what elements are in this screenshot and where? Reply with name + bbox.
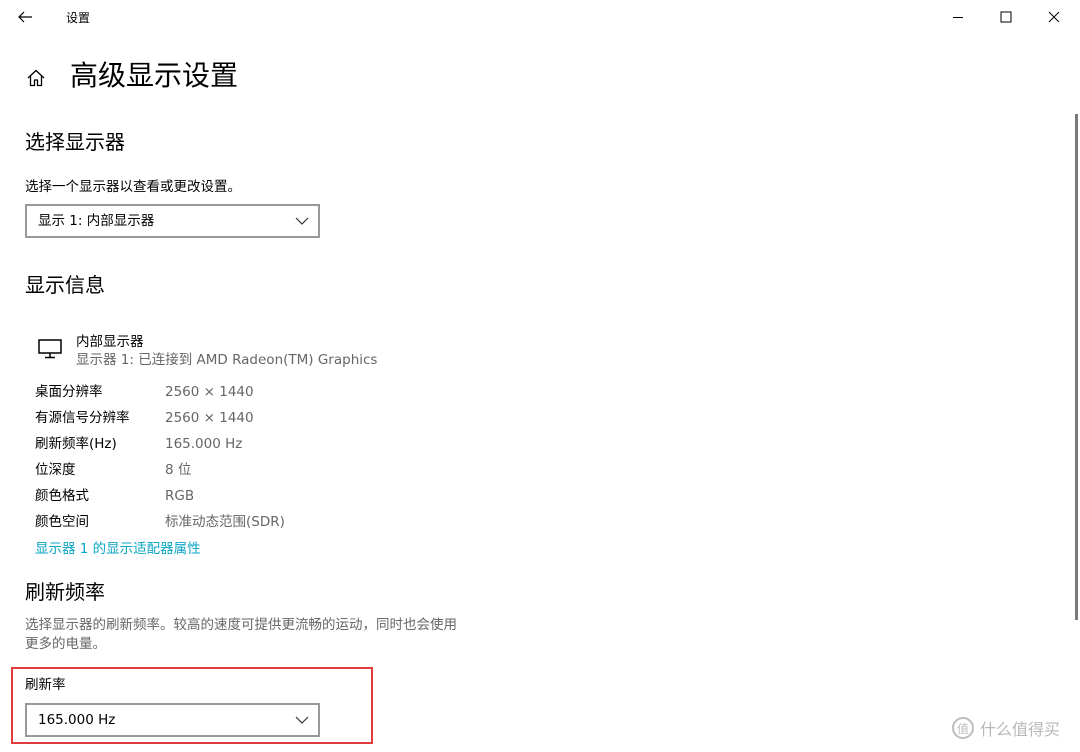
refresh-rate-select-dropdown[interactable]: 165.000 Hz	[25, 703, 320, 737]
title-bar: 设置	[0, 0, 1080, 34]
back-button[interactable]	[8, 4, 42, 30]
display-info-heading: 显示信息	[25, 273, 105, 297]
info-label-desktop-resolution: 桌面分辨率	[35, 384, 103, 400]
select-display-heading: 选择显示器	[25, 130, 125, 154]
vertical-scrollbar[interactable]	[1075, 114, 1078, 620]
chevron-down-icon	[295, 716, 309, 724]
info-value-active-signal-resolution: 2560 × 1440	[165, 410, 254, 426]
info-value-refresh-rate: 165.000 Hz	[165, 436, 243, 452]
refresh-rate-select-value: 165.000 Hz	[38, 712, 116, 728]
refresh-rate-heading: 刷新频率	[25, 580, 105, 604]
minimize-icon	[953, 17, 963, 18]
info-label-color-space: 颜色空间	[35, 514, 89, 530]
settings-window: 设置 高级显示设置 选择显示器 选择一个显示器以查看或更改设置。 显示 1: 内…	[0, 0, 1080, 752]
home-icon	[27, 69, 45, 87]
window-title: 设置	[66, 11, 91, 25]
info-value-desktop-resolution: 2560 × 1440	[165, 384, 254, 400]
home-button[interactable]	[24, 66, 48, 90]
close-button[interactable]	[1031, 0, 1077, 34]
info-value-bit-depth: 8 位	[165, 462, 192, 478]
info-label-color-format: 颜色格式	[35, 488, 89, 504]
display-select-dropdown[interactable]: 显示 1: 内部显示器	[25, 204, 320, 238]
watermark-logo-icon: 值	[952, 717, 974, 739]
monitor-subtitle: 显示器 1: 已连接到 AMD Radeon(TM) Graphics	[76, 352, 378, 368]
watermark: 值 什么值得买	[952, 716, 1060, 740]
info-label-active-signal-resolution: 有源信号分辨率	[35, 410, 130, 426]
monitor-name: 内部显示器	[76, 334, 144, 350]
back-arrow-icon	[18, 11, 32, 23]
display-select-value: 显示 1: 内部显示器	[38, 213, 155, 229]
monitor-icon	[38, 339, 62, 359]
refresh-rate-description-line1: 选择显示器的刷新频率。较高的速度可提供更流畅的运动，同时也会使用	[25, 617, 457, 633]
select-display-description: 选择一个显示器以查看或更改设置。	[25, 179, 241, 195]
chevron-down-icon	[295, 217, 309, 225]
info-label-bit-depth: 位深度	[35, 462, 76, 478]
minimize-button[interactable]	[935, 0, 981, 34]
maximize-icon	[1000, 11, 1012, 23]
page-title: 高级显示设置	[70, 59, 239, 92]
info-label-refresh-rate: 刷新频率(Hz)	[35, 436, 117, 452]
maximize-button[interactable]	[983, 0, 1029, 34]
close-icon	[1048, 11, 1060, 23]
info-value-color-format: RGB	[165, 488, 195, 504]
info-value-color-space: 标准动态范围(SDR)	[165, 514, 285, 530]
refresh-rate-label: 刷新率	[25, 677, 66, 693]
refresh-rate-description-line2: 更多的电量。	[25, 636, 106, 652]
display-adapter-properties-link[interactable]: 显示器 1 的显示适配器属性	[35, 539, 201, 559]
watermark-text: 什么值得买	[980, 720, 1061, 739]
